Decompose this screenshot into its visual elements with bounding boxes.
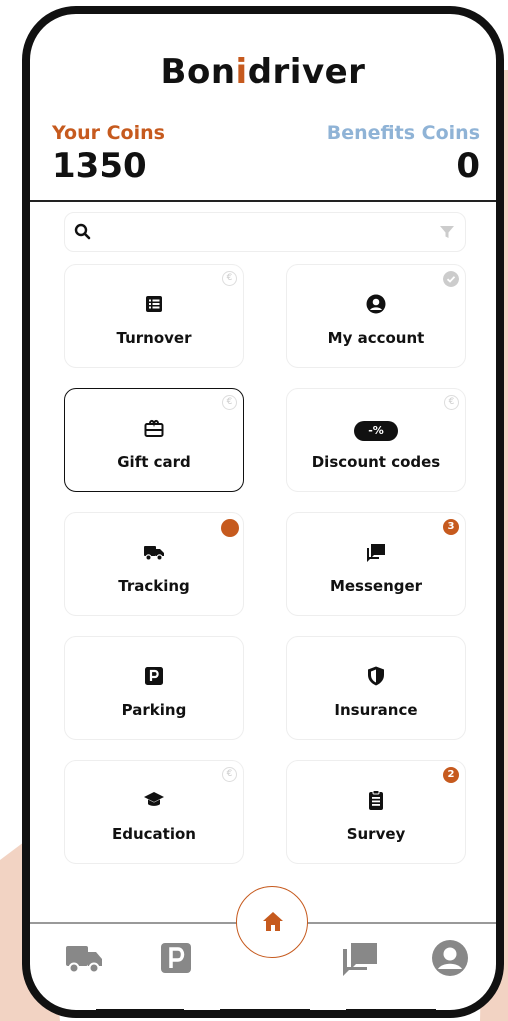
tile-label: Tracking (118, 577, 190, 595)
gift-card-icon (144, 419, 164, 437)
search-icon (74, 223, 91, 240)
tile-discount-codes[interactable]: € -% Discount codes (286, 388, 466, 492)
discount-tag-icon: -% (354, 421, 398, 441)
home-icon (263, 912, 283, 931)
clipboard-icon (369, 790, 383, 810)
benefits-coins: Benefits Coins 0 (327, 122, 480, 186)
app-title: Bonidriver (160, 52, 366, 92)
tile-turnover[interactable]: € Turnover (64, 264, 244, 368)
check-icon (443, 271, 459, 287)
header-divider (30, 200, 496, 202)
chat-icon (367, 544, 385, 562)
euro-icon: € (222, 271, 237, 286)
search-input[interactable] (93, 219, 413, 247)
euro-icon: € (222, 395, 237, 410)
chat-icon[interactable] (340, 938, 380, 978)
graduation-cap-icon (144, 792, 164, 806)
tile-label: Survey (346, 825, 406, 843)
tile-label: Turnover (116, 329, 192, 347)
tile-label: Insurance (334, 701, 418, 719)
parking-icon[interactable] (156, 938, 196, 978)
tile-label: Discount codes (311, 453, 441, 471)
tile-tracking[interactable]: Tracking (64, 512, 244, 616)
tile-education[interactable]: € Education (64, 760, 244, 864)
tile-label: Education (112, 825, 196, 843)
screen: Bonidriver Your Coins 1350 Benefits Coin… (0, 0, 508, 1021)
parking-icon (145, 667, 163, 685)
list-icon (146, 296, 162, 312)
user-circle-icon[interactable] (430, 938, 470, 978)
tile-my-account[interactable]: My account (286, 264, 466, 368)
nav-indicator (220, 1009, 310, 1010)
home-button[interactable] (236, 886, 308, 958)
tile-label: My account (327, 329, 425, 347)
shield-icon (368, 666, 384, 686)
tile-messenger[interactable]: 3 Messenger (286, 512, 466, 616)
unread-badge: 3 (443, 519, 459, 535)
euro-icon: € (444, 395, 459, 410)
tile-label: Messenger (329, 577, 423, 595)
phone-frame: Bonidriver Your Coins 1350 Benefits Coin… (22, 6, 504, 1018)
your-coins-value: 1350 (52, 146, 147, 186)
user-circle-icon (366, 294, 386, 314)
benefits-coins-value: 0 (456, 146, 480, 186)
filter-icon[interactable] (439, 224, 455, 240)
euro-icon: € (222, 767, 237, 782)
tile-survey[interactable]: 2 Survey (286, 760, 466, 864)
tile-gift-card[interactable]: € Gift card (64, 388, 244, 492)
benefits-coins-label: Benefits Coins (326, 122, 480, 144)
truck-icon[interactable] (64, 938, 104, 978)
your-coins: Your Coins 1350 (52, 122, 165, 186)
tile-insurance[interactable]: Insurance (286, 636, 466, 740)
tile-label: Parking (121, 701, 187, 719)
notification-dot (221, 519, 239, 537)
nav-indicator (96, 1009, 184, 1010)
your-coins-label: Your Coins (52, 122, 165, 144)
tile-label: Gift card (117, 453, 191, 471)
nav-indicator (346, 1009, 436, 1010)
unread-badge: 2 (443, 767, 459, 783)
search-bar (64, 212, 466, 252)
tile-parking[interactable]: Parking (64, 636, 244, 740)
truck-icon (144, 546, 164, 561)
